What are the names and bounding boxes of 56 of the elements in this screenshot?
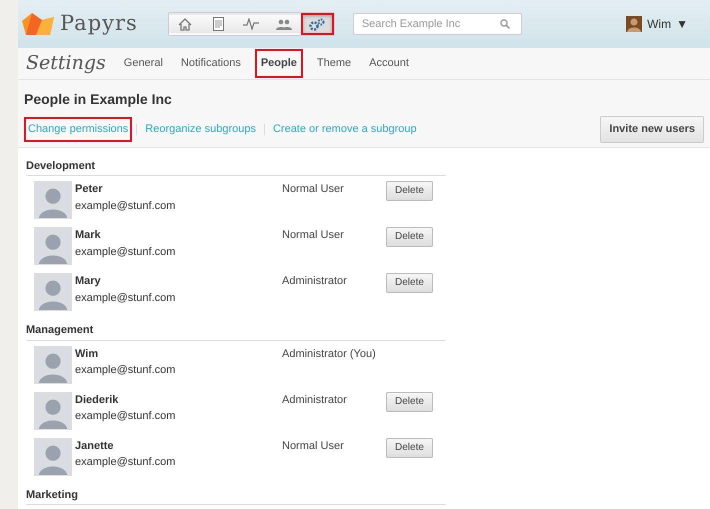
member-email: example@stunf.com [75, 363, 176, 378]
brand-name: Papyrs [60, 10, 138, 38]
member-email: example@stunf.com [75, 455, 176, 470]
caret-icon[interactable]: ▼ [676, 15, 688, 33]
avatar-icon [34, 227, 72, 265]
delete-button[interactable]: Delete [386, 181, 433, 201]
delete-button[interactable]: Delete [386, 273, 433, 293]
member-name: Janette [75, 438, 115, 454]
nav-button[interactable] [300, 13, 334, 35]
document-icon [212, 17, 224, 31]
member-role: Normal User [282, 228, 345, 243]
pulse-icon [243, 18, 260, 30]
group-heading: Development [26, 156, 446, 176]
member-role: Administrator [282, 392, 348, 408]
member-email: example@stunf.com [75, 244, 176, 260]
member-name: Diederik [75, 392, 120, 408]
avatar-icon [34, 346, 72, 384]
settings-tab[interactable]: Theme [312, 51, 356, 76]
settings-icon [309, 18, 326, 30]
settings-tab[interactable]: People [254, 49, 303, 78]
settings-tab[interactable]: General [120, 51, 167, 76]
settings-tab[interactable]: Account [365, 51, 413, 76]
people-icon [276, 18, 292, 30]
page-heading: People in Example Inc [24, 90, 173, 109]
member-role: Normal User [282, 438, 345, 454]
search-field[interactable]: Search Example Inc [352, 13, 522, 35]
member-email: example@stunf.com [75, 409, 176, 424]
nav-button[interactable] [268, 13, 301, 35]
avatar-icon [34, 181, 72, 219]
group-heading: Management [26, 320, 446, 340]
member-role: Administrator [282, 274, 348, 289]
member-name: Mary [75, 274, 102, 289]
member-role: Administrator (You) [282, 346, 377, 362]
avatar-icon [626, 16, 642, 32]
group-heading: Marketing [26, 484, 446, 505]
search-input[interactable]: Search Example Inc [360, 14, 500, 34]
delete-button[interactable]: Delete [386, 227, 433, 247]
delete-button[interactable]: Delete [386, 392, 433, 412]
settings-title: Settings [26, 51, 106, 76]
settings-tab[interactable]: Notifications [176, 51, 245, 76]
member-email: example@stunf.com [75, 290, 176, 306]
avatar-icon [34, 392, 72, 430]
avatar-icon [34, 438, 72, 476]
member-role: Normal User [282, 182, 345, 197]
member-email: example@stunf.com [75, 198, 176, 214]
user-menu[interactable]: Wim [647, 15, 672, 33]
avatar-icon [34, 273, 72, 311]
nav-button[interactable] [168, 13, 202, 35]
member-name: Peter [75, 182, 104, 197]
invite-button[interactable]: Invite new users [600, 116, 704, 142]
home-icon [178, 18, 192, 30]
member-name: Mark [75, 228, 102, 243]
search-icon [500, 19, 510, 29]
delete-button[interactable]: Delete [386, 438, 433, 458]
logo-icon [22, 13, 54, 35]
member-name: Wim [75, 346, 100, 362]
